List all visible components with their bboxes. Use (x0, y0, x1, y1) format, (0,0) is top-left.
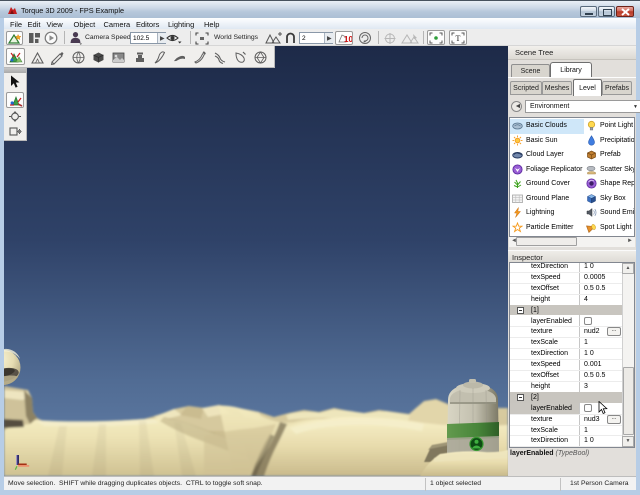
svg-text:T: T (456, 34, 461, 43)
svg-text:10: 10 (344, 35, 352, 44)
